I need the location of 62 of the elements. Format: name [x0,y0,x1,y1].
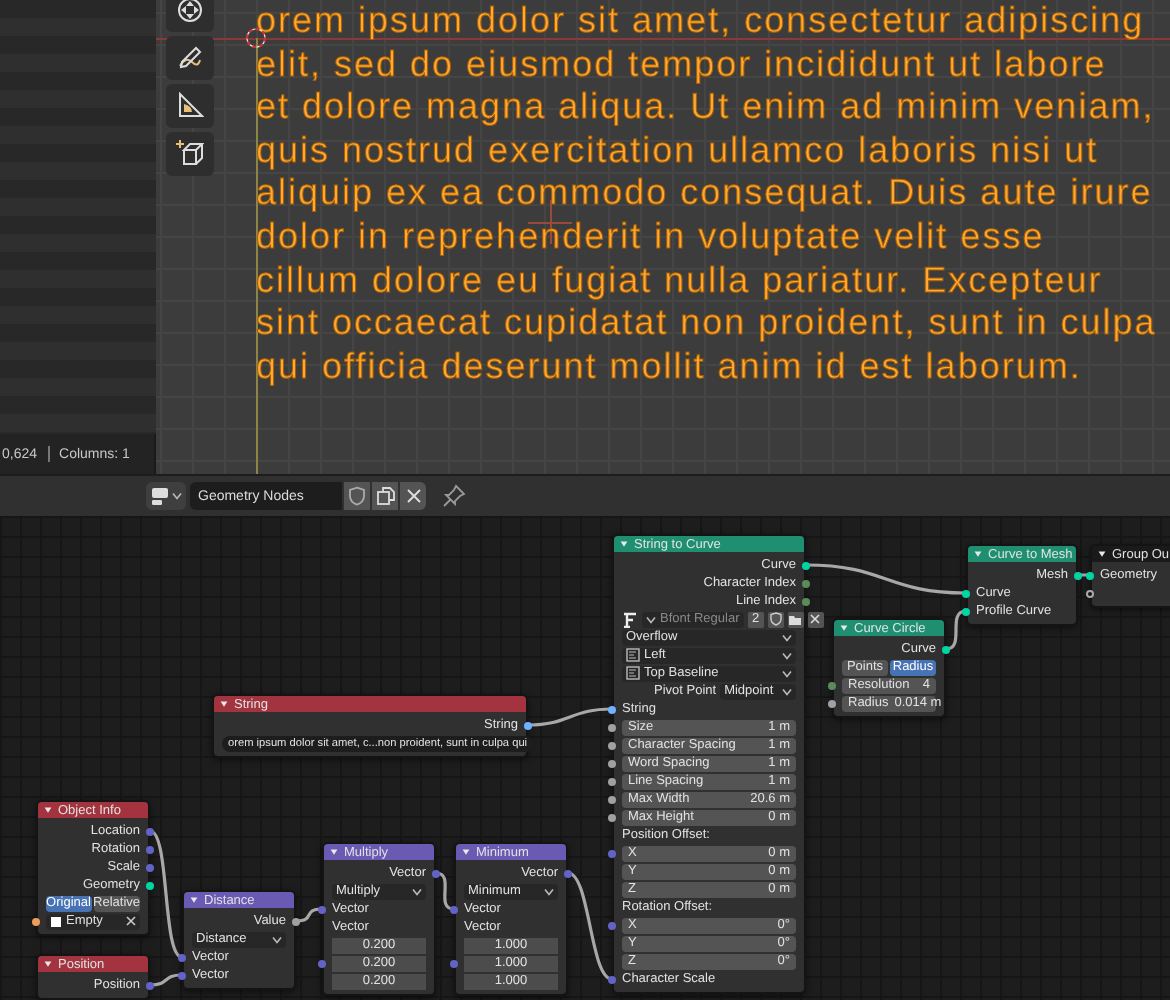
socket[interactable] [450,905,458,913]
socket[interactable] [1086,571,1094,579]
transform-icon[interactable] [176,0,204,24]
socket[interactable] [608,723,616,731]
shield-icon [769,612,782,626]
socket[interactable] [828,681,836,689]
socket[interactable] [608,777,616,785]
socket[interactable] [178,953,186,961]
unlink-button[interactable] [807,611,824,627]
text-object: orem ipsum dolor sit amet, consectetur adipiscing elit, sed do eiusmod tempor incididunt ut labore et dolore magna aliqua. Ut enim ad minim veniam, quis nostrud exercitation ullamco laboris nisi ut aliquip ex ea commodo consequat. Duis aute irure dolor in reprehenderit in voluptate velit esse cillum dolore eu fugiat nulla pariatur. Excepteur sint occaecat cupidatat non proident, sunt in culpa qui officia deserunt mollit anim id est laborum. [256,0,1157,389]
node-link [945,609,967,651]
caret-icon [544,887,554,895]
clear-icon[interactable] [126,916,136,926]
socket[interactable] [828,699,836,707]
caret-icon [412,887,422,895]
shield-icon [348,486,366,506]
caret-icon [172,492,182,500]
socket[interactable] [608,741,616,749]
caret-icon [272,935,282,943]
pin-icon[interactable] [442,484,466,508]
socket[interactable] [1074,571,1082,579]
pencil-icon[interactable] [176,44,204,72]
node-editor-icon [150,486,170,506]
caret-icon [646,615,656,623]
open-file-button[interactable] [787,611,804,627]
socket[interactable] [608,759,616,767]
node-link [1078,573,1090,577]
socket[interactable] [962,607,970,615]
object-icon [50,915,62,927]
node-link [295,907,323,923]
copy-icon [375,486,395,506]
socket[interactable] [962,589,970,597]
socket[interactable] [608,705,616,713]
socket[interactable] [524,721,532,729]
editor-type-button[interactable] [146,482,186,510]
close-icon [405,488,421,504]
socket[interactable] [146,981,154,989]
ruler-icon[interactable] [176,92,204,120]
empty-socket[interactable] [1086,589,1094,597]
duplicate-button[interactable] [372,482,398,510]
socket[interactable] [802,561,810,569]
node-link [435,871,455,911]
node-link [149,829,183,959]
socket[interactable] [32,917,40,925]
socket[interactable] [608,795,616,803]
font-icon [622,611,638,627]
node-link [567,871,613,981]
fake-user-button[interactable] [767,611,784,627]
node-link [527,707,613,727]
socket[interactable] [802,579,810,587]
socket[interactable] [292,917,300,925]
socket[interactable] [608,813,616,821]
node-link [149,973,183,987]
socket[interactable] [802,597,810,605]
unlink-button[interactable] [400,482,426,510]
socket[interactable] [146,881,154,889]
socket[interactable] [942,645,950,653]
close-icon [810,614,821,624]
cube-add-icon[interactable] [176,140,204,168]
socket[interactable] [608,975,616,983]
folder-icon [788,613,803,625]
collapse-icon[interactable] [1098,550,1106,558]
